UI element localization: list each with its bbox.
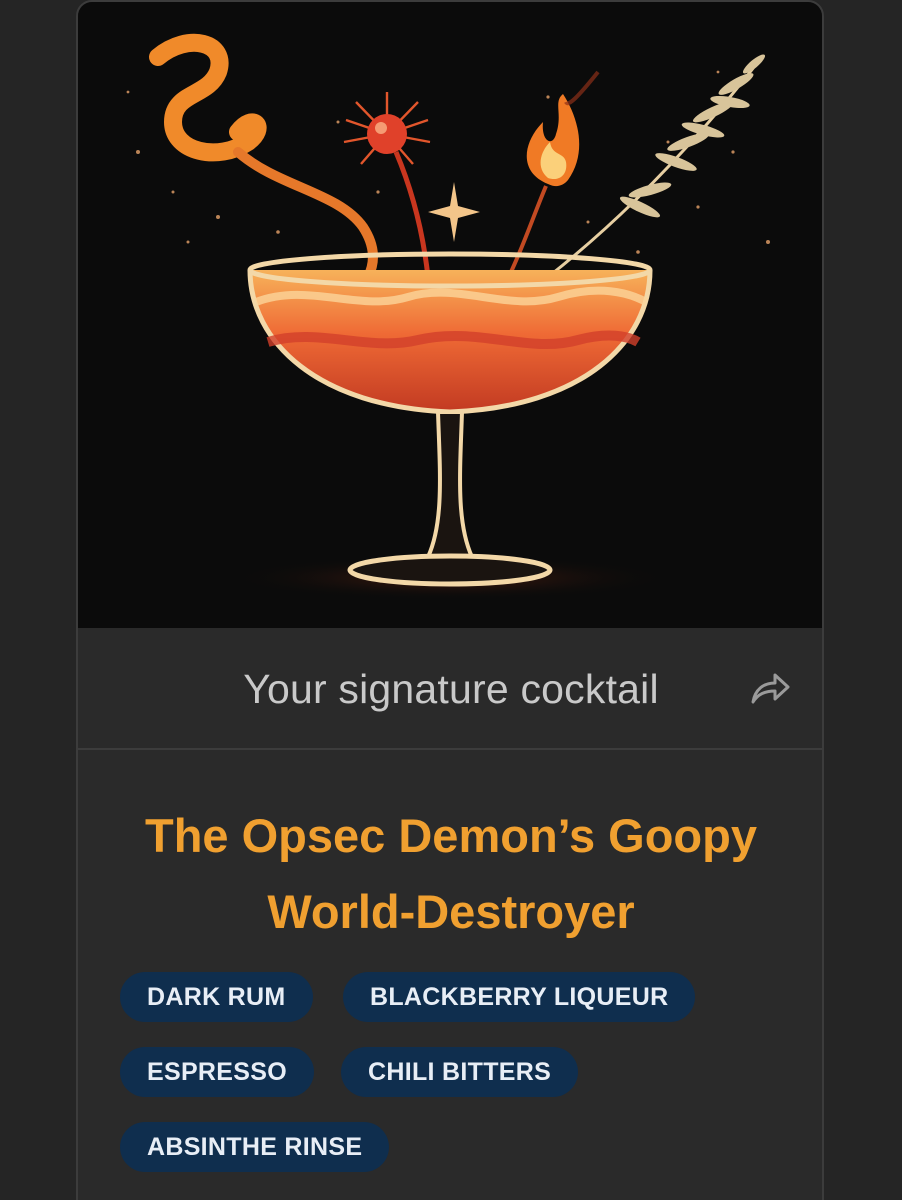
cocktail-illustration [78, 2, 822, 628]
share-button[interactable] [747, 668, 793, 708]
cocktail-coupe-illustration [126, 33, 770, 600]
cocktail-card: Your signature cocktail The Opsec Demon’… [76, 0, 824, 1200]
cocktail-title: The Opsec Demon’s Goopy World-Destroyer [98, 798, 804, 950]
ingredient-chip-espresso[interactable]: ESPRESSO [120, 1047, 314, 1097]
ingredient-chip-absinthe-rinse[interactable]: ABSINTHE RINSE [120, 1122, 390, 1172]
page: Your signature cocktail The Opsec Demon’… [0, 0, 902, 1200]
title-line-2: World-Destroyer [267, 885, 635, 938]
caption-text: Your signature cocktail [243, 666, 659, 712]
caption-row: Your signature cocktail [78, 628, 822, 750]
title-line-1: The Opsec Demon’s Goopy [145, 809, 757, 862]
ingredient-chip-chili-bitters[interactable]: CHILI BITTERS [341, 1047, 579, 1097]
ingredient-chip-dark-rum[interactable]: DARK RUM [120, 972, 313, 1022]
share-arrow-icon [751, 673, 790, 704]
ingredient-chip-blackberry-liqueur[interactable]: BLACKBERRY LIQUEUR [343, 972, 696, 1022]
